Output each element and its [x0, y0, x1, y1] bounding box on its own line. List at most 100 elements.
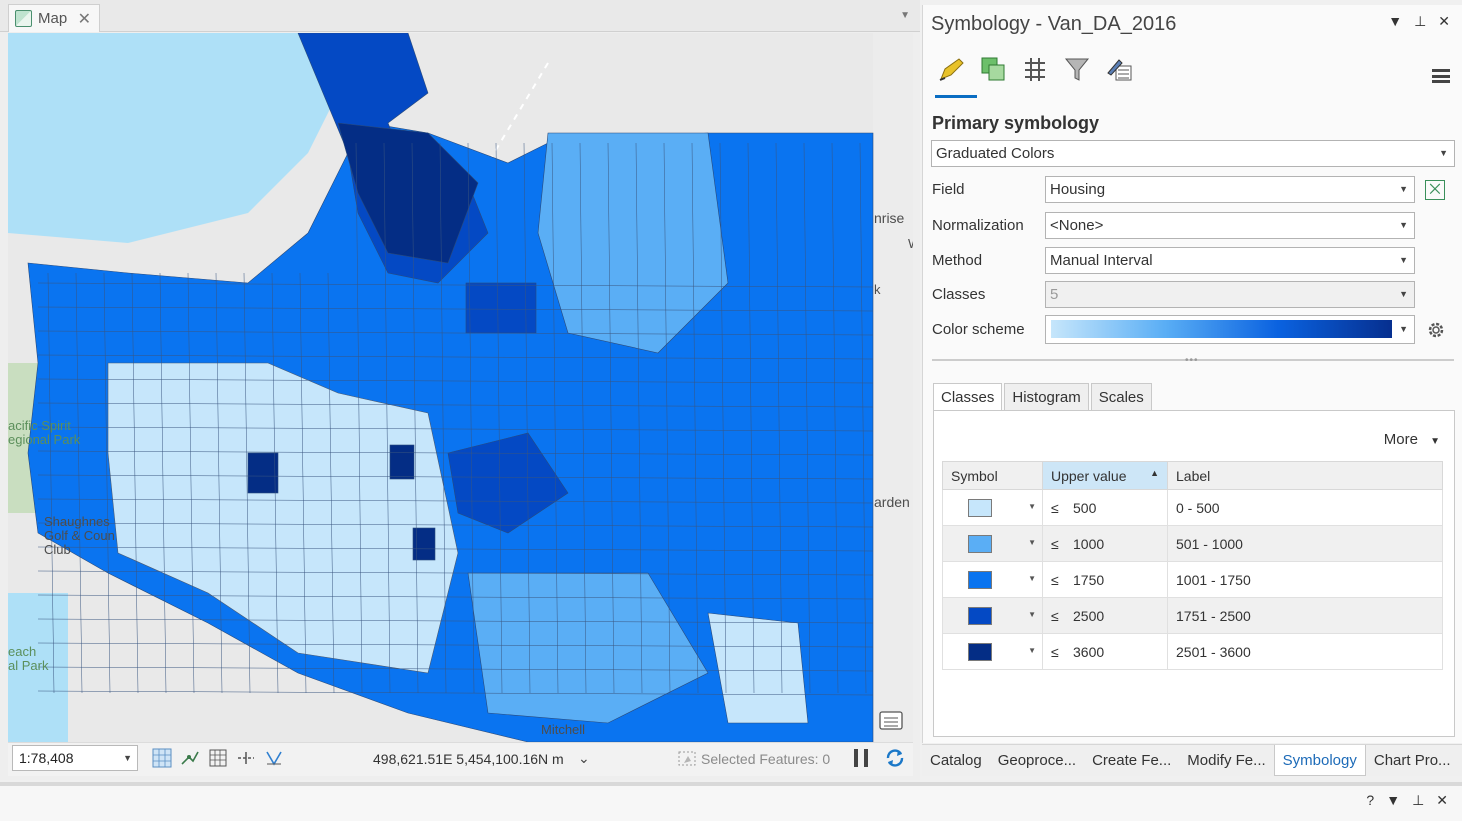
- table-row[interactable]: ▼ ≤3600 2501 - 3600: [942, 633, 1443, 670]
- scale-value: 1:78,408: [19, 750, 74, 766]
- map-tab[interactable]: Map ✕: [8, 4, 100, 32]
- symbol-swatch[interactable]: [968, 498, 992, 517]
- chevron-down-icon[interactable]: ▼: [1028, 646, 1036, 655]
- chevron-down-icon: ▼: [1399, 220, 1408, 230]
- more-button[interactable]: More ▼: [1384, 431, 1440, 448]
- label-cell[interactable]: 2501 - 3600: [1167, 633, 1443, 670]
- help-icon[interactable]: ?: [1366, 792, 1374, 809]
- chevron-down-icon: ▼: [1439, 148, 1448, 158]
- method-select[interactable]: Manual Interval ▼: [1045, 247, 1415, 274]
- tab-create-features[interactable]: Create Fe...: [1084, 745, 1179, 776]
- symbol-swatch[interactable]: [968, 534, 992, 553]
- label-cell[interactable]: 1751 - 2500: [1167, 597, 1443, 634]
- table-row[interactable]: ▼ ≤500 0 - 500: [942, 489, 1443, 526]
- correction-icon[interactable]: [264, 748, 284, 768]
- map-svg: [8, 33, 913, 742]
- map-canvas[interactable]: acific Spirit egional Park Shaughnes Golf …: [8, 33, 913, 742]
- tab-histogram[interactable]: Histogram: [1004, 383, 1089, 411]
- chevron-down-icon[interactable]: ⌄: [578, 750, 590, 767]
- classes-panel: More ▼ Symbol Upper value ▲ Label ▼ ≤500 0…: [933, 410, 1455, 737]
- pane-window-controls: ▼ ⊥ ✕: [1388, 13, 1450, 30]
- refresh-icon[interactable]: [884, 747, 906, 769]
- tab-catalog[interactable]: Catalog: [922, 745, 990, 776]
- chevron-down-icon[interactable]: ▼: [1028, 538, 1036, 547]
- symbol-layers-icon[interactable]: [979, 55, 1007, 83]
- table-row[interactable]: ▼ ≤1000 501 - 1000: [942, 525, 1443, 562]
- table-row[interactable]: ▼ ≤2500 1751 - 2500: [942, 597, 1443, 634]
- tab-classes[interactable]: Classes: [933, 383, 1003, 411]
- active-tab-indicator: [935, 95, 977, 98]
- chevron-down-icon[interactable]: ▼: [1386, 792, 1400, 809]
- primary-symbology-icon[interactable]: [937, 55, 965, 83]
- label-cell[interactable]: 0 - 500: [1167, 489, 1443, 526]
- symbol-cell[interactable]: ▼: [942, 633, 1043, 670]
- chevron-down-icon[interactable]: ▼: [1028, 574, 1036, 583]
- tab-scales[interactable]: Scales: [1090, 383, 1152, 411]
- upper-value-cell[interactable]: ≤3600: [1042, 633, 1168, 670]
- pin-icon[interactable]: ⊥: [1414, 13, 1426, 30]
- table-row[interactable]: ▼ ≤1750 1001 - 1750: [942, 561, 1443, 598]
- chevron-down-icon[interactable]: ▼: [1388, 13, 1402, 30]
- label-cell[interactable]: 501 - 1000: [1167, 525, 1443, 562]
- snapping-icon[interactable]: [180, 748, 200, 768]
- splitter-grip[interactable]: •••: [1185, 355, 1199, 366]
- normalization-label: Normalization: [932, 217, 1024, 234]
- lower-pane: ? ▼ ⊥ ✕: [0, 782, 1462, 821]
- renderer-value: Graduated Colors: [936, 145, 1055, 162]
- upper-value-cell[interactable]: ≤2500: [1042, 597, 1168, 634]
- attribute-driven-icon[interactable]: [1105, 55, 1133, 83]
- map-tab-label: Map: [38, 10, 68, 27]
- gear-icon[interactable]: [1425, 319, 1447, 341]
- map-legend-icon[interactable]: [878, 709, 904, 733]
- symbol-cell[interactable]: ▼: [942, 525, 1043, 562]
- symbol-cell[interactable]: ▼: [942, 489, 1043, 526]
- upper-value: 1000: [1073, 535, 1105, 552]
- symbol-swatch[interactable]: [968, 642, 992, 661]
- upper-value-cell[interactable]: ≤1750: [1042, 561, 1168, 598]
- pin-icon[interactable]: ⊥: [1412, 792, 1424, 809]
- chevron-down-icon[interactable]: ▼: [1028, 610, 1036, 619]
- tab-symbology[interactable]: Symbology: [1273, 745, 1366, 776]
- chevron-down-icon[interactable]: ▼: [1028, 502, 1036, 511]
- header-label[interactable]: Label: [1167, 461, 1443, 490]
- scale-select[interactable]: 1:78,408 ▼: [12, 745, 138, 771]
- color-ramp: [1051, 320, 1392, 338]
- upper-value-cell[interactable]: ≤1000: [1042, 525, 1168, 562]
- method-value: Manual Interval: [1050, 252, 1153, 269]
- tab-chart-properties[interactable]: Chart Pro...: [1366, 745, 1459, 776]
- menu-icon[interactable]: [1432, 69, 1450, 83]
- expression-icon[interactable]: ⨉: [1425, 180, 1445, 200]
- renderer-select[interactable]: Graduated Colors ▼: [931, 140, 1455, 167]
- classes-label: Classes: [932, 286, 986, 303]
- header-symbol[interactable]: Symbol: [942, 461, 1043, 490]
- header-upper-value[interactable]: Upper value ▲: [1042, 461, 1168, 490]
- symbol-swatch[interactable]: [968, 570, 992, 589]
- map-label-gardens: arden: [874, 494, 910, 510]
- symbol-cell[interactable]: ▼: [942, 561, 1043, 598]
- classes-select: 5 ▼: [1045, 281, 1415, 308]
- map-label-w: W: [908, 237, 913, 251]
- selection-icon: [678, 751, 696, 766]
- filter-icon[interactable]: [1063, 55, 1091, 83]
- normalization-select[interactable]: <None> ▼: [1045, 212, 1415, 239]
- upper-value-cell[interactable]: ≤500: [1042, 489, 1168, 526]
- vary-symbology-icon[interactable]: [1021, 55, 1049, 83]
- chevron-down-icon[interactable]: ▼: [900, 10, 910, 21]
- dense-tract-1: [247, 452, 279, 494]
- close-icon[interactable]: ✕: [78, 9, 91, 29]
- color-scheme-select[interactable]: ▼: [1045, 315, 1415, 344]
- less-equal-symbol: ≤: [1051, 571, 1059, 588]
- field-select[interactable]: Housing ▼: [1045, 176, 1415, 203]
- symbol-swatch[interactable]: [968, 606, 992, 625]
- symbol-cell[interactable]: ▼: [942, 597, 1043, 634]
- select-grid-icon[interactable]: [152, 748, 172, 768]
- grid-icon[interactable]: [208, 748, 228, 768]
- selected-features[interactable]: Selected Features: 0: [678, 751, 830, 767]
- tab-modify-features[interactable]: Modify Fe...: [1179, 745, 1273, 776]
- pause-drawing-button[interactable]: [854, 749, 868, 767]
- tab-geoprocessing[interactable]: Geoproce...: [990, 745, 1084, 776]
- constraints-icon[interactable]: [236, 748, 256, 768]
- close-icon[interactable]: ✕: [1438, 13, 1450, 30]
- label-cell[interactable]: 1001 - 1750: [1167, 561, 1443, 598]
- close-icon[interactable]: ✕: [1436, 792, 1448, 809]
